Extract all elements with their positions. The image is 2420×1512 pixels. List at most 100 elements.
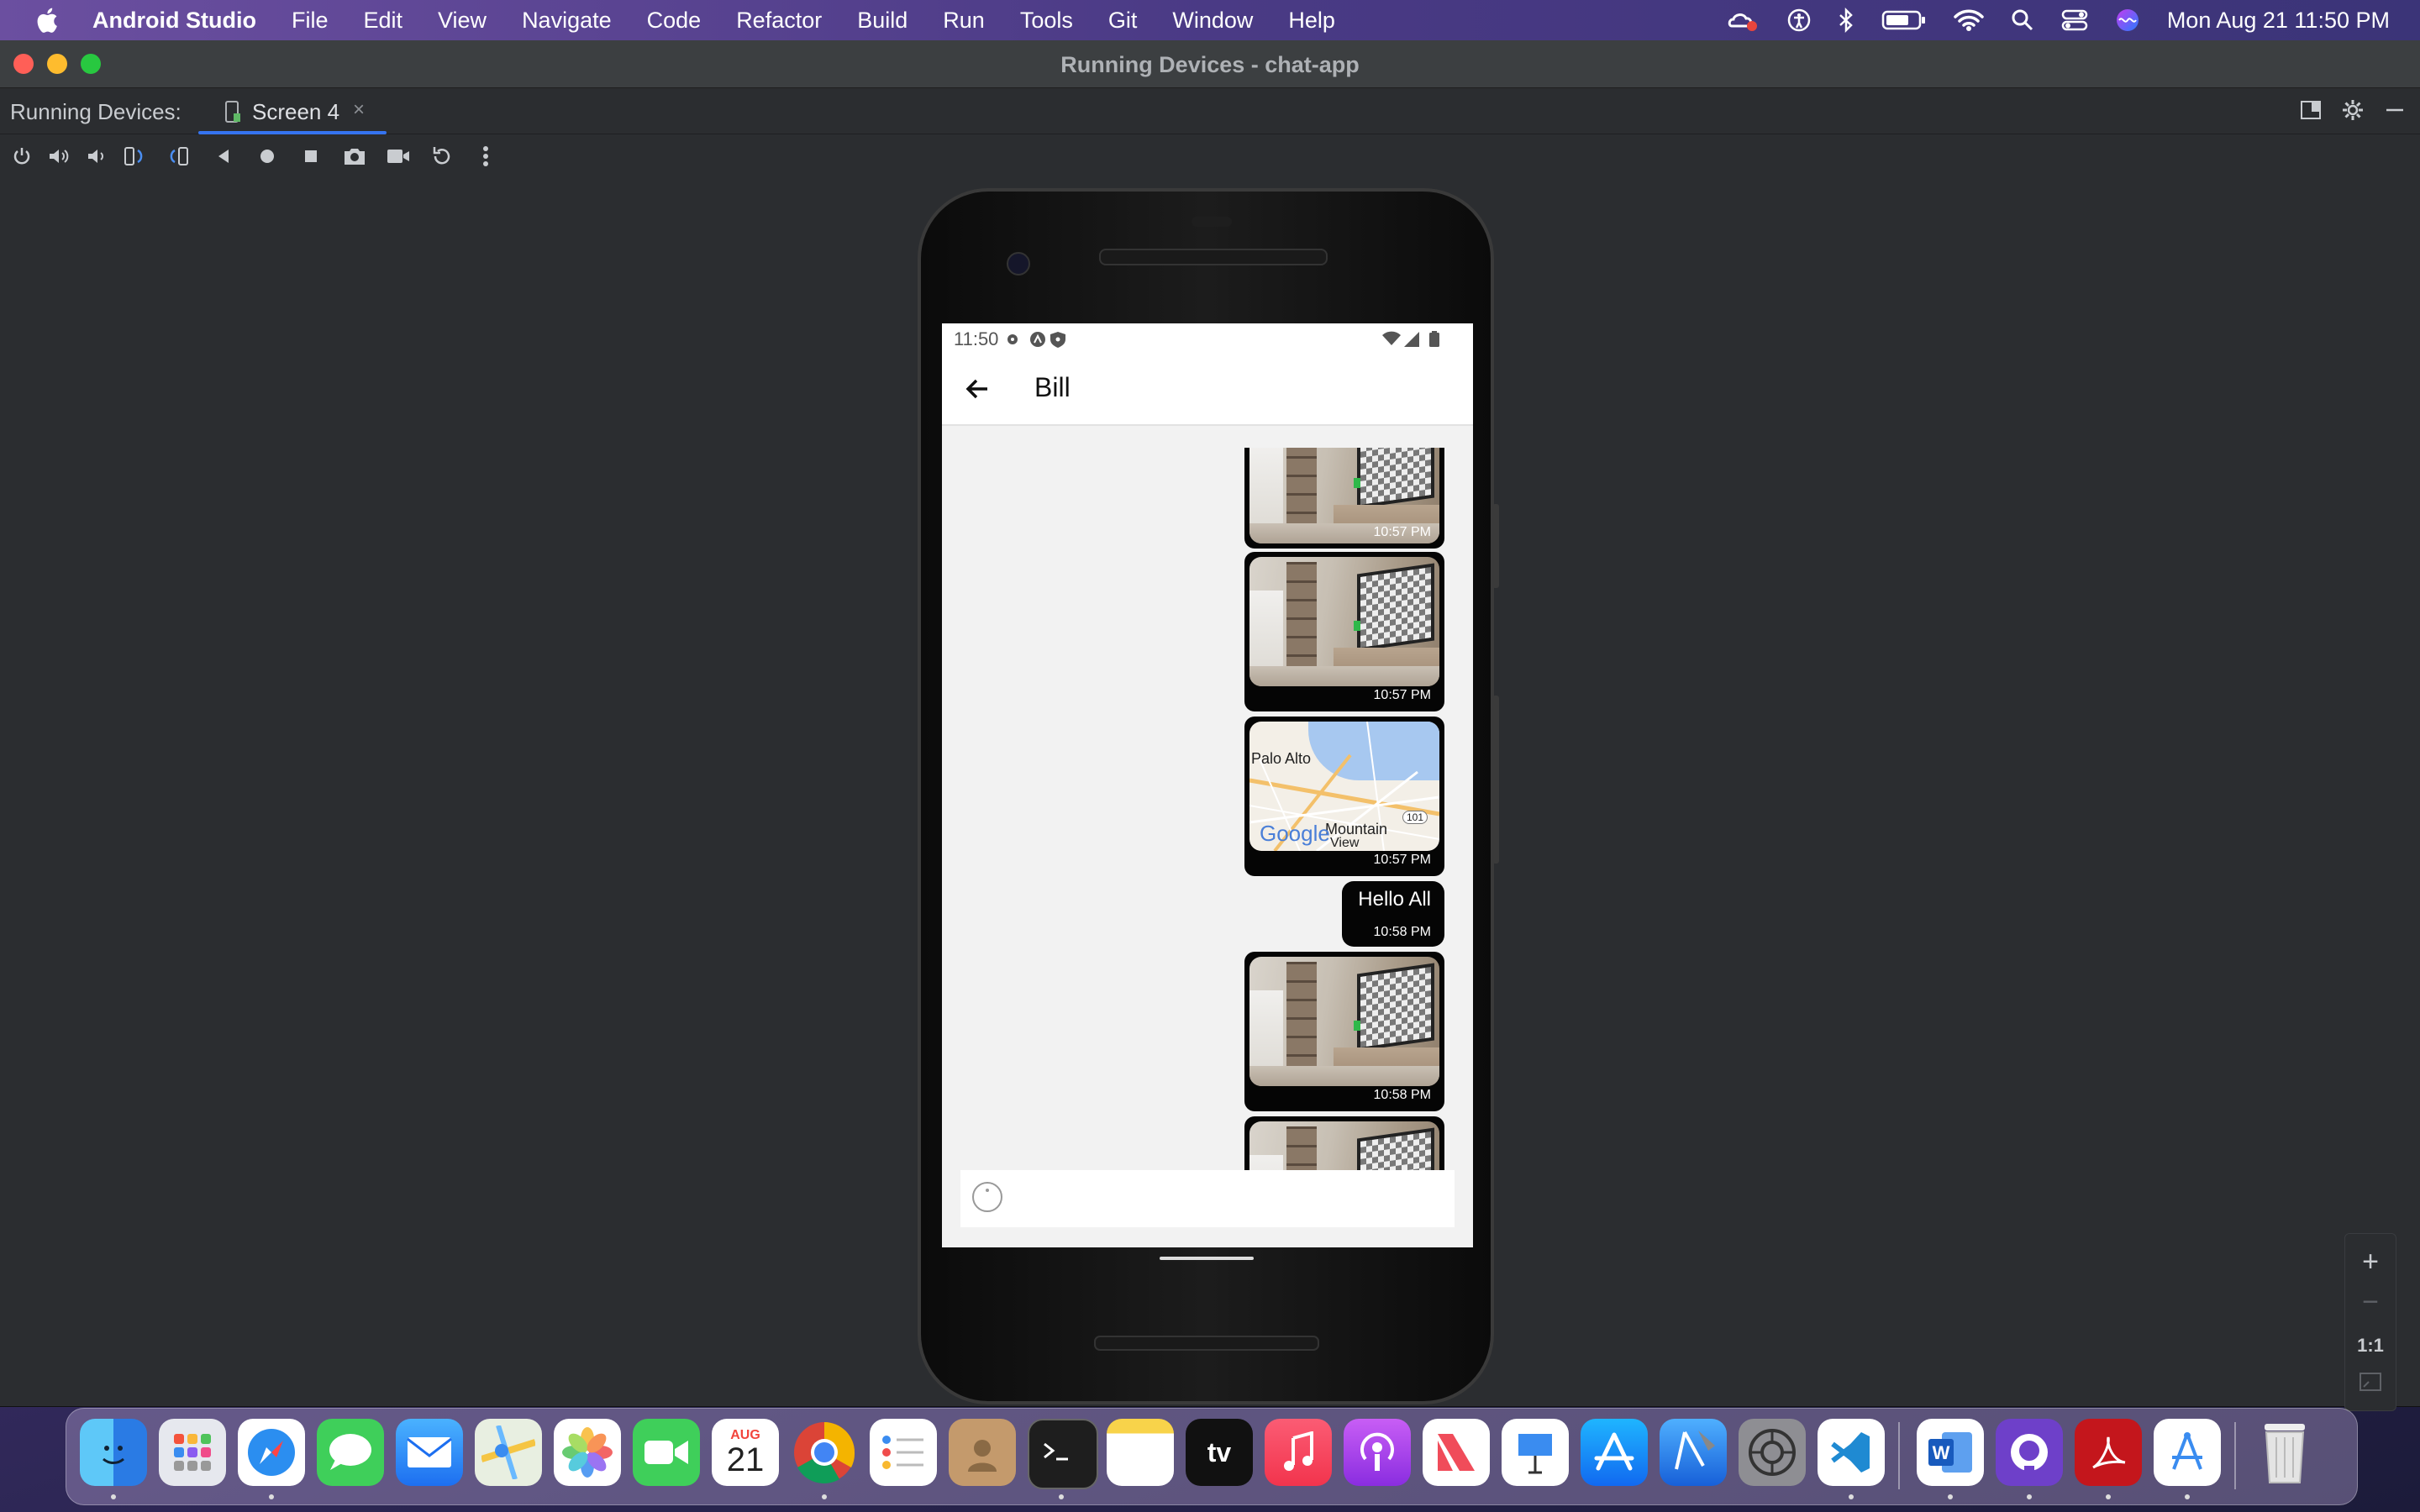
overview-icon[interactable] [297,143,324,170]
notes-icon[interactable] [1107,1419,1174,1486]
app-store-icon[interactable] [1581,1419,1648,1486]
running-indicator [822,1494,827,1499]
image-message[interactable]: 10:58 PM [1244,952,1444,1111]
vscode-icon[interactable] [1818,1419,1885,1486]
facetime-icon[interactable] [633,1419,700,1486]
gesture-nav-handle[interactable] [1160,1257,1254,1260]
chrome-icon[interactable] [791,1419,858,1486]
trash-icon[interactable] [2251,1419,2318,1486]
back-arrow-icon[interactable] [962,374,992,404]
image-message[interactable]: 10:57 PM [1244,448,1444,549]
menu-edit[interactable]: Edit [363,8,402,34]
tab-screen-4[interactable]: Screen 4 × [198,88,387,134]
home-icon[interactable] [254,143,281,170]
reset-icon[interactable] [429,143,455,170]
window-titlebar: Running Devices - chat-app [0,40,2420,88]
dock-separator [1898,1422,1900,1489]
message-photo[interactable] [1249,957,1439,1086]
apple-icon[interactable] [34,6,59,34]
power-icon[interactable] [8,143,35,170]
back-icon[interactable] [210,143,237,170]
menu-run[interactable]: Run [943,8,985,34]
image-message[interactable]: 10:57 PM [1244,552,1444,711]
message-photo[interactable] [1249,1121,1439,1170]
image-message[interactable] [1244,1116,1444,1170]
map-label-view: View [1330,836,1360,850]
bluetooth-icon[interactable] [1838,8,1854,33]
running-devices-tabbar: Running Devices: Screen 4 × [0,88,2420,134]
system-settings-icon[interactable] [1739,1419,1806,1486]
news-icon[interactable] [1423,1419,1490,1486]
github-desktop-icon[interactable] [1996,1419,2063,1486]
message-photo[interactable] [1249,557,1439,686]
safari-icon[interactable] [238,1419,305,1486]
mail-icon[interactable] [396,1419,463,1486]
screenshot-icon[interactable] [341,143,368,170]
tv-label: tv [1207,1436,1232,1467]
menu-git[interactable]: Git [1108,8,1138,34]
word-icon[interactable]: W [1917,1419,1984,1486]
message-list[interactable]: 10:57 PM 10:57 PM Palo Alto Mountain Vie… [942,448,1473,1170]
menu-refactor[interactable]: Refactor [736,8,822,34]
menu-view[interactable]: View [438,8,487,34]
apple-tv-icon[interactable]: tv [1186,1419,1253,1486]
finder-icon[interactable] [80,1419,147,1486]
zoom-fit-button[interactable] [2345,1372,2396,1396]
menu-navigate[interactable]: Navigate [522,8,612,34]
tab-close-icon[interactable]: × [353,98,365,122]
android-studio-dock-icon[interactable] [2154,1419,2221,1486]
chat-app-bar: Bill [942,354,1473,426]
zoom-actual-size-button[interactable]: 1:1 [2345,1335,2396,1357]
accessibility-icon[interactable] [1787,8,1811,32]
music-icon[interactable] [1265,1419,1332,1486]
text-message[interactable]: Hello All 10:58 PM [1342,881,1444,947]
rotate-right-icon[interactable] [165,143,192,170]
more-icon[interactable] [472,143,499,170]
message-input-bar[interactable] [960,1170,1455,1227]
rotate-left-icon[interactable] [121,143,148,170]
earpiece-speaker [1099,249,1328,265]
minimize-panel-icon[interactable] [2383,98,2407,122]
zoom-in-button[interactable]: + [2345,1246,2396,1278]
app-menu-name[interactable]: Android Studio [92,8,256,34]
menu-tools[interactable]: Tools [1020,8,1073,34]
volume-down-icon[interactable] [82,143,109,170]
gear-icon[interactable] [2341,98,2365,122]
menu-help[interactable]: Help [1288,8,1335,34]
acrobat-icon[interactable] [2075,1419,2142,1486]
location-message[interactable]: Palo Alto Mountain View 101 Google 10:57… [1244,717,1444,876]
control-center-icon[interactable] [2061,8,2088,32]
emoji-icon[interactable] [972,1182,1002,1212]
map-thumbnail[interactable]: Palo Alto Mountain View 101 Google [1249,722,1439,851]
message-timestamp: 10:57 PM [1373,525,1431,539]
spotlight-search-icon[interactable] [2011,8,2034,32]
menu-build[interactable]: Build [857,8,908,34]
podcasts-icon[interactable] [1344,1419,1411,1486]
creative-cloud-icon[interactable] [1727,8,1760,33]
terminal-icon[interactable] [1028,1419,1098,1489]
messages-icon[interactable] [317,1419,384,1486]
xcode-icon[interactable] [1660,1419,1727,1486]
launchpad-icon[interactable] [159,1419,226,1486]
contacts-icon[interactable] [949,1419,1016,1486]
menu-window[interactable]: Window [1172,8,1253,34]
calendar-icon[interactable]: AUG 21 [712,1419,779,1486]
keynote-icon[interactable] [1502,1419,1569,1486]
screen-record-icon[interactable] [385,143,412,170]
menu-code[interactable]: Code [647,8,702,34]
tab-label: Screen 4 [252,99,340,124]
layout-toggle-icon[interactable] [2299,98,2323,122]
reminders-icon[interactable] [870,1419,937,1486]
maps-icon[interactable] [475,1419,542,1486]
device-toolbar [0,134,2420,178]
zoom-out-button[interactable]: − [2345,1286,2396,1319]
battery-icon[interactable] [1881,9,1927,31]
dock-separator [2234,1422,2236,1489]
menubar-clock[interactable]: Mon Aug 21 11:50 PM [2167,8,2390,34]
wifi-icon[interactable] [1954,8,1984,32]
photos-icon[interactable] [554,1419,621,1486]
siri-icon[interactable] [2115,8,2140,33]
volume-up-icon[interactable] [45,143,72,170]
running-indicator [1849,1494,1854,1499]
menu-file[interactable]: File [292,8,329,34]
